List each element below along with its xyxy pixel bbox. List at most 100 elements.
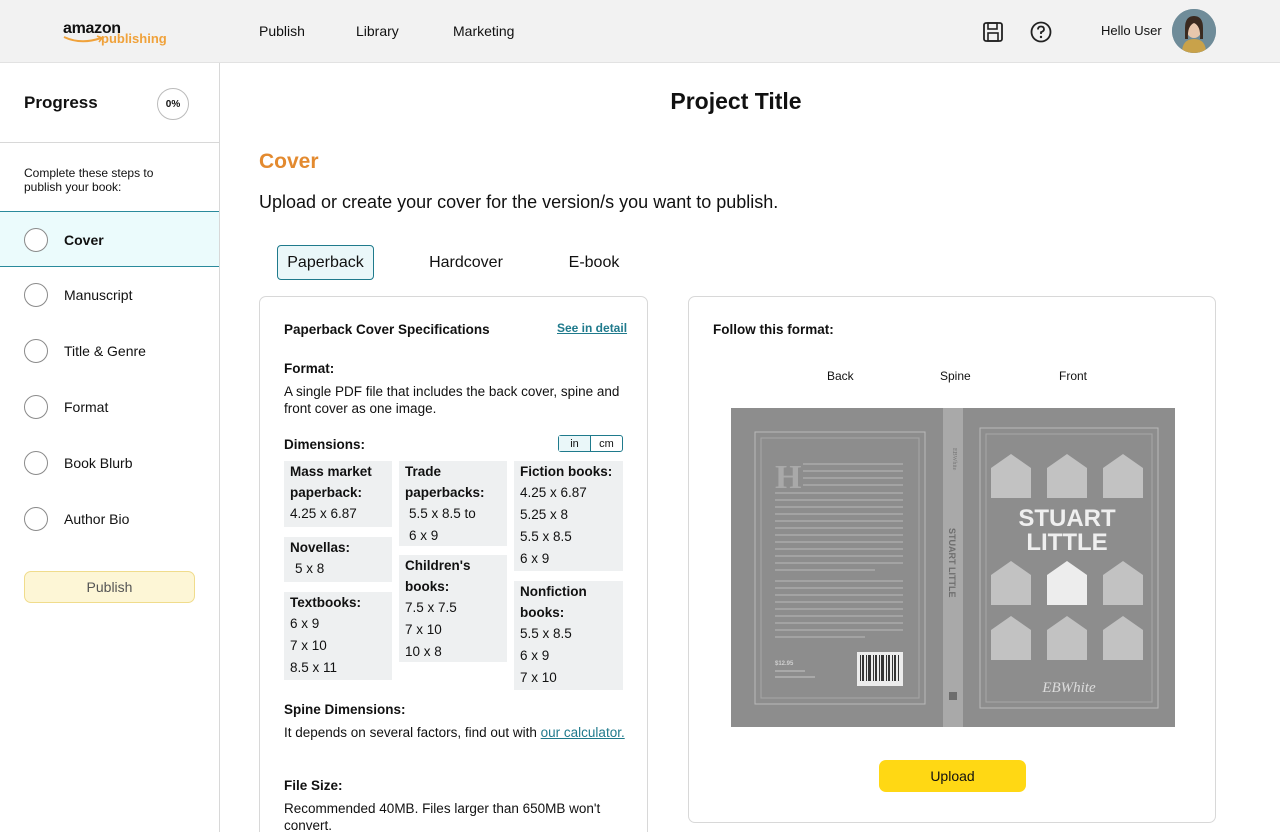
step-format[interactable]: Format — [0, 379, 219, 435]
dimension-group-nonfiction-books: Nonfiction books: 5.5 x 8.5 6 x 9 7 x 10 — [514, 581, 623, 690]
step-status-circle-icon — [24, 507, 48, 531]
dimension-value: 5.5 x 8.5 — [520, 626, 572, 641]
tab-paperback[interactable]: Paperback — [277, 245, 374, 280]
user-photo-icon — [1172, 9, 1216, 53]
step-label: Author Bio — [64, 511, 130, 527]
dimension-value: 7 x 10 — [405, 622, 442, 637]
progress-title: Progress — [24, 93, 98, 112]
dimension-group-mass-market: Mass market paperback: 4.25 x 6.87 — [284, 461, 392, 527]
front-label: Front — [1059, 369, 1088, 383]
step-cover[interactable]: Cover — [0, 211, 219, 267]
spine-title-text: STUART LITTLE — [947, 528, 957, 598]
front-cover-title-line2: LITTLE — [1026, 529, 1107, 556]
tab-ebook[interactable]: E-book — [560, 245, 628, 280]
spine-label: Spine — [940, 369, 971, 383]
dimension-group-textbooks: Textbooks: 6 x 9 7 x 10 8.5 x 11 — [284, 592, 392, 680]
cover-format-card: Follow this format: Back Spine Front H $… — [688, 296, 1216, 823]
amazon-publishing-logo[interactable]: amazon publishing — [63, 20, 173, 48]
step-status-circle-icon — [24, 339, 48, 363]
upload-button[interactable]: Upload — [879, 760, 1026, 792]
dimension-group-heading: Mass market paperback: — [290, 464, 372, 500]
unit-centimeters-option[interactable]: cm — [591, 436, 622, 451]
section-title: Cover — [259, 150, 319, 173]
svg-text:EBWhite: EBWhite — [951, 448, 957, 471]
spine-dimensions-text: It depends on several factors, find out … — [284, 724, 629, 741]
publish-button[interactable]: Publish — [24, 571, 195, 603]
format-heading: Format: — [284, 361, 335, 376]
progress-percentage-badge: 0% — [157, 88, 189, 120]
dimension-value: 8.5 x 11 — [290, 660, 338, 675]
progress-sidebar: Progress 0% Complete these steps to publ… — [0, 63, 220, 832]
unit-inches-option[interactable]: in — [559, 436, 591, 451]
step-label: Book Blurb — [64, 455, 133, 471]
spine-dimensions-heading: Spine Dimensions: — [284, 702, 406, 717]
step-title-genre[interactable]: Title & Genre — [0, 323, 219, 379]
back-label: Back — [827, 369, 854, 383]
dimension-group-heading: Fiction books: — [520, 464, 613, 479]
step-label: Cover — [64, 232, 104, 248]
format-description: A single PDF file that includes the back… — [284, 384, 620, 416]
step-manuscript[interactable]: Manuscript — [0, 267, 219, 323]
book-cover-example-image: H $12.95 EBWhite STUART LITTLE STUART LI… — [731, 408, 1175, 727]
dimension-value: 6 x 9 — [290, 616, 320, 631]
avatar[interactable] — [1172, 9, 1216, 53]
front-cover-title-line1: STUART — [1018, 505, 1116, 532]
file-size-heading: File Size: — [284, 778, 343, 793]
dimension-group-heading: Novellas: — [290, 540, 351, 555]
dimension-group-fiction-books: Fiction books: 4.25 x 6.87 5.25 x 8 5.5 … — [514, 461, 623, 571]
format-card-title: Follow this format: — [713, 322, 834, 337]
dimension-value: 5.25 x 8 — [520, 507, 569, 522]
step-label: Manuscript — [64, 287, 133, 303]
nav-library[interactable]: Library — [356, 23, 399, 39]
back-cover-price: $12.95 — [775, 661, 794, 667]
save-icon[interactable] — [982, 21, 1004, 43]
calculator-link[interactable]: our calculator. — [541, 725, 625, 740]
dimension-group-heading: Children's books: — [405, 558, 471, 594]
dimension-value: 7.5 x 7.5 — [405, 600, 457, 615]
spec-card-title: Paperback Cover Specifications — [284, 322, 490, 337]
svg-text:H: H — [775, 459, 801, 496]
dimension-value: 7 x 10 — [520, 670, 557, 685]
smile-arrow-icon — [63, 35, 104, 43]
top-header: amazon publishing Publish Library Market… — [0, 0, 1280, 63]
dimension-group-heading: Nonfiction books: — [520, 584, 587, 620]
file-size-text: Recommended 40MB. Files larger than 650M… — [284, 801, 601, 832]
cover-specifications-card: Paperback Cover Specifications See in de… — [259, 296, 648, 832]
dimension-group-childrens-books: Children's books: 7.5 x 7.5 7 x 10 10 x … — [399, 555, 507, 662]
dimension-value: 5.5 x 8.5 — [520, 529, 572, 544]
help-icon[interactable] — [1030, 21, 1052, 43]
page-title: Project Title — [670, 88, 802, 114]
spine-description: It depends on several factors, find out … — [284, 725, 541, 740]
dimension-value: 5.5 x 8.5 to — [409, 506, 476, 521]
unit-toggle: in cm — [558, 435, 623, 452]
dimension-value: 4.25 x 6.87 — [290, 506, 357, 521]
dimension-value: 7 x 10 — [290, 638, 327, 653]
user-greeting: Hello User — [1101, 23, 1162, 38]
step-label: Title & Genre — [64, 343, 146, 359]
nav-publish[interactable]: Publish — [259, 23, 305, 39]
dimension-value: 6 x 9 — [520, 648, 550, 663]
step-status-circle-icon — [24, 395, 48, 419]
step-book-blurb[interactable]: Book Blurb — [0, 435, 219, 491]
dimension-group-trade-paperbacks: Trade paperbacks: 5.5 x 8.5 to 6 x 9 — [399, 461, 507, 546]
tab-hardcover[interactable]: Hardcover — [420, 245, 512, 280]
section-subtitle: Upload or create your cover for the vers… — [259, 192, 779, 212]
step-status-circle-icon — [24, 451, 48, 475]
dimensions-heading: Dimensions: — [284, 437, 366, 452]
see-in-detail-link[interactable]: See in detail — [557, 321, 627, 335]
dimension-value: 6 x 9 — [409, 528, 439, 543]
dimension-value: 5 x 8 — [295, 561, 325, 576]
dimension-group-heading: Trade paperbacks: — [405, 464, 485, 500]
nav-marketing[interactable]: Marketing — [453, 23, 514, 39]
dimension-value: 4.25 x 6.87 — [520, 485, 587, 500]
step-label: Format — [64, 399, 109, 415]
step-status-circle-icon — [24, 283, 48, 307]
sidebar-divider — [0, 142, 220, 143]
front-cover-author-signature: EBWhite — [1041, 680, 1096, 696]
dimension-value: 6 x 9 — [520, 551, 550, 566]
step-author-bio[interactable]: Author Bio — [0, 491, 219, 547]
dimension-group-novellas: Novellas: 5 x 8 — [284, 537, 392, 582]
dimension-value: 10 x 8 — [405, 644, 442, 659]
logo-subword: publishing — [101, 31, 167, 46]
step-status-circle-icon — [24, 228, 48, 252]
